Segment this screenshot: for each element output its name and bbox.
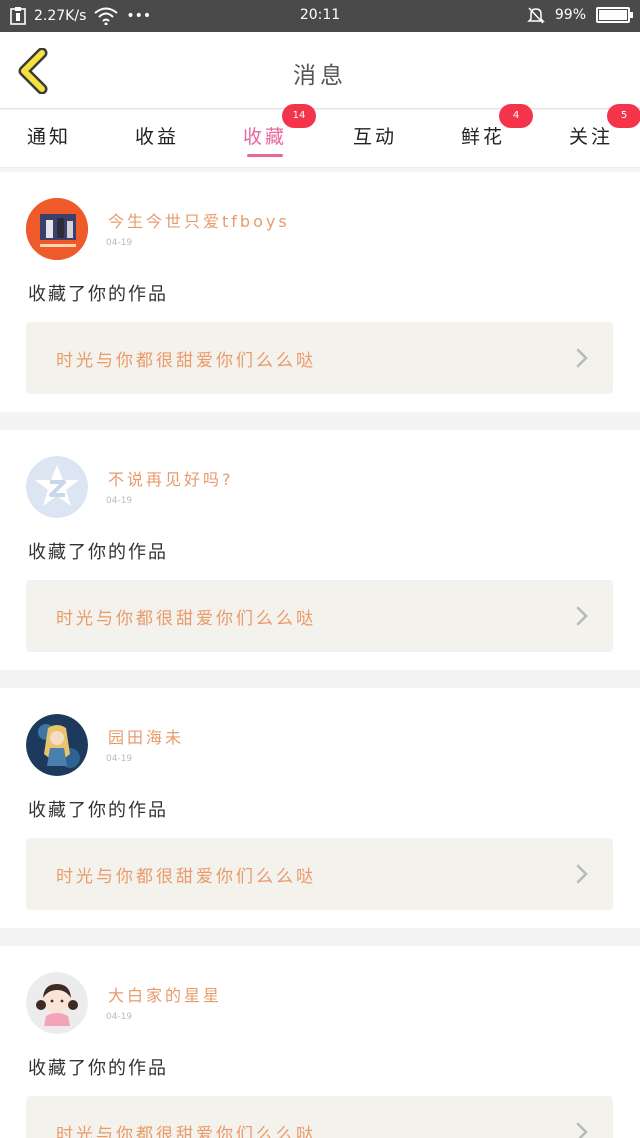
tab-notice[interactable]: 通知	[4, 110, 94, 168]
tab-badge: 5	[607, 104, 640, 128]
message-action: 收藏了你的作品	[28, 1058, 168, 1079]
battery-percent: 99%	[554, 7, 586, 23]
chevron-right-icon	[576, 606, 588, 626]
chevron-right-icon	[576, 348, 588, 368]
battery-icon	[596, 7, 633, 23]
username[interactable]: 园田海未	[108, 724, 184, 748]
status-bar: 2.27K/s ••• 20:11 99%	[0, 0, 640, 32]
username[interactable]: 大白家的星星	[108, 982, 222, 1006]
username[interactable]: 不说再见好吗?	[108, 466, 234, 490]
tab-follow[interactable]: 关注 5	[546, 104, 640, 168]
tab-label: 关注	[568, 126, 613, 148]
work-link[interactable]: 时光与你都很甜爱你们么么哒	[26, 322, 613, 394]
message-card: 不说再见好吗? 04-19 收藏了你的作品 时光与你都很甜爱你们么么哒	[0, 430, 640, 670]
tab-label: 收藏	[242, 126, 287, 148]
message-date: 04-19	[106, 754, 133, 764]
default-avatar-icon	[26, 456, 88, 518]
work-link[interactable]: 时光与你都很甜爱你们么么哒	[26, 580, 613, 652]
tab-label: 收益	[134, 126, 179, 148]
work-title: 时光与你都很甜爱你们么么哒	[56, 867, 316, 887]
tab-interaction[interactable]: 互动	[330, 110, 420, 168]
avatar-image	[26, 198, 88, 260]
message-date: 04-19	[106, 238, 133, 248]
message-card: 园田海未 04-19 收藏了你的作品 时光与你都很甜爱你们么么哒	[0, 688, 640, 928]
work-title: 时光与你都很甜爱你们么么哒	[56, 1125, 316, 1138]
tab-label: 互动	[352, 126, 397, 148]
message-date: 04-19	[106, 1012, 133, 1022]
tab-earnings[interactable]: 收益	[112, 110, 202, 168]
tab-label: 通知	[26, 126, 71, 148]
work-link[interactable]: 时光与你都很甜爱你们么么哒	[26, 838, 613, 910]
message-action: 收藏了你的作品	[28, 284, 168, 305]
avatar-image	[26, 972, 88, 1034]
username[interactable]: 今生今世只爱tfboys	[108, 208, 290, 232]
tab-badge: 14	[282, 104, 316, 128]
tab-badge: 4	[499, 104, 533, 128]
message-card: 今生今世只爱tfboys 04-19 收藏了你的作品 时光与你都很甜爱你们么么哒	[0, 172, 640, 412]
chevron-right-icon	[576, 1122, 588, 1138]
avatar[interactable]	[26, 198, 88, 260]
message-card: 大白家的星星 04-19 收藏了你的作品 时光与你都很甜爱你们么么哒	[0, 946, 640, 1138]
avatar-image	[26, 714, 88, 776]
chevron-right-icon	[576, 864, 588, 884]
tab-flowers[interactable]: 鲜花 4	[438, 104, 533, 168]
message-action: 收藏了你的作品	[28, 800, 168, 821]
app-header: 消息	[0, 32, 640, 109]
work-title: 时光与你都很甜爱你们么么哒	[56, 351, 316, 371]
avatar[interactable]	[26, 456, 88, 518]
work-link[interactable]: 时光与你都很甜爱你们么么哒	[26, 1096, 613, 1138]
work-title: 时光与你都很甜爱你们么么哒	[56, 609, 316, 629]
tab-bar: 通知 收益 收藏 14 互动 鲜花 4 关注 5	[0, 104, 640, 168]
active-tab-indicator	[247, 154, 283, 157]
message-date: 04-19	[106, 496, 133, 506]
message-action: 收藏了你的作品	[28, 542, 168, 563]
tab-label: 鲜花	[460, 126, 505, 148]
status-right: 99%	[527, 6, 633, 24]
page-title: 消息	[293, 63, 347, 89]
avatar[interactable]	[26, 972, 88, 1034]
tab-favorites[interactable]: 收藏 14	[220, 104, 316, 168]
avatar[interactable]	[26, 714, 88, 776]
bell-muted-icon	[527, 7, 545, 24]
